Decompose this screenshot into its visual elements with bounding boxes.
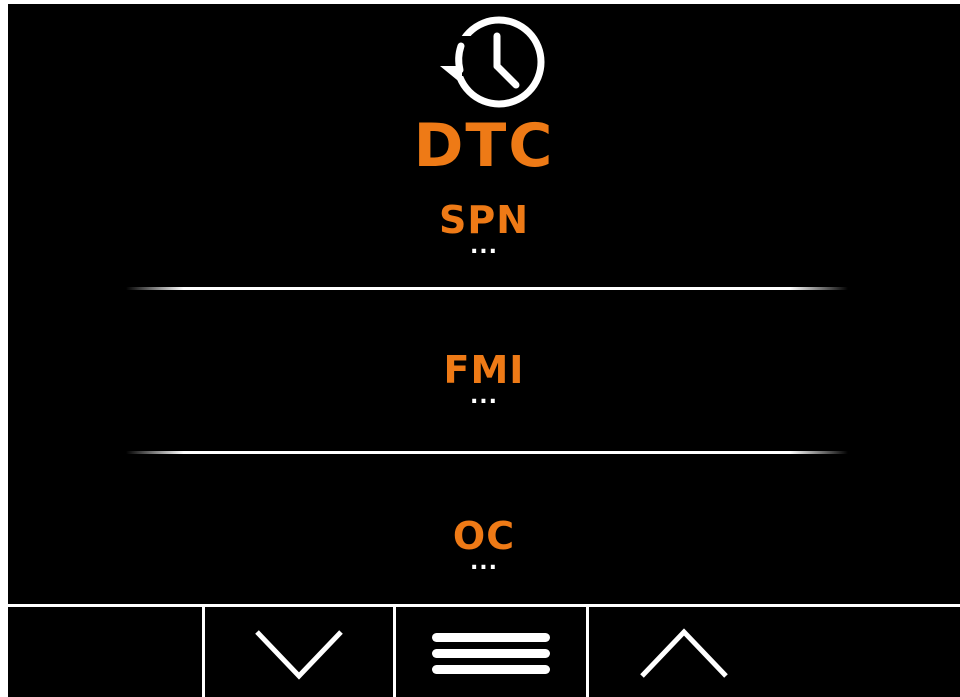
oc-value: ...: [469, 550, 499, 575]
menu-icon: [432, 632, 550, 674]
dtc-screen: DTC SPN ... FMI ... OC ...: [8, 4, 960, 697]
divider: [126, 451, 848, 454]
divider: [126, 287, 848, 290]
spn-value: ...: [469, 234, 499, 259]
scroll-up-button[interactable]: [586, 607, 778, 697]
oc-field: OC ...: [8, 516, 960, 575]
chevron-up-icon: [639, 627, 728, 678]
nav-empty-right-button[interactable]: [778, 607, 960, 697]
fmi-value: ...: [469, 384, 499, 409]
bottom-nav-bar: [8, 604, 960, 697]
history-clock-icon: [440, 16, 545, 108]
fmi-field: FMI ...: [8, 350, 960, 409]
page-title: DTC: [413, 111, 555, 181]
chevron-down-icon: [255, 629, 343, 680]
spn-field: SPN ...: [8, 200, 960, 259]
nav-empty-left-button[interactable]: [8, 607, 202, 697]
scroll-down-button[interactable]: [202, 607, 393, 697]
menu-button[interactable]: [393, 607, 586, 697]
